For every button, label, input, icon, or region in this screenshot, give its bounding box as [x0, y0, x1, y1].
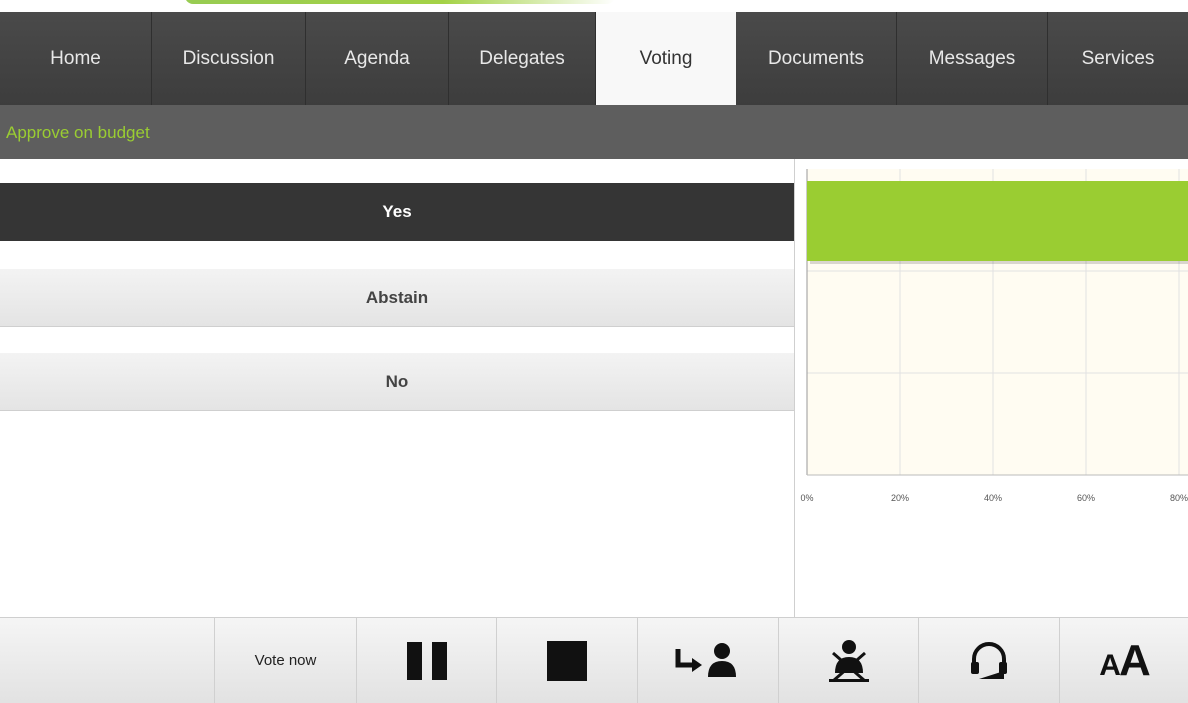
pause-button[interactable]	[356, 618, 496, 703]
top-cropped-banner	[0, 0, 1188, 12]
footer-toolbar: Vote now AA	[0, 617, 1188, 703]
x-tick-label: 20%	[891, 493, 909, 503]
stop-icon	[547, 640, 587, 681]
tab-services[interactable]: Services	[1048, 12, 1188, 105]
vote-results-chart: 0% 20% 40% 60% 80%	[794, 159, 1188, 617]
tab-home[interactable]: Home	[0, 12, 152, 105]
tab-voting[interactable]: Voting	[596, 12, 736, 105]
vote-option-yes[interactable]: Yes	[0, 183, 794, 241]
bar-yes	[807, 181, 1188, 261]
tab-agenda[interactable]: Agenda	[306, 12, 449, 105]
assign-delegate-button[interactable]	[637, 618, 778, 703]
vote-now-label: Vote now	[254, 652, 317, 669]
pause-icon	[406, 641, 447, 680]
tab-delegates[interactable]: Delegates	[449, 12, 596, 105]
x-tick-label: 0%	[800, 493, 813, 503]
tab-discussion[interactable]: Discussion	[152, 12, 306, 105]
motion-bar: Approve on budget	[0, 105, 1188, 159]
x-tick-label: 40%	[984, 493, 1002, 503]
vote-now-button[interactable]: Vote now	[214, 618, 356, 703]
vote-option-abstain[interactable]: Abstain	[0, 269, 794, 327]
text-size-icon: AA	[1099, 635, 1150, 685]
remove-delegate-button[interactable]	[778, 618, 918, 703]
main-nav: Home Discussion Agenda Delegates Voting …	[0, 12, 1188, 105]
x-tick-label: 60%	[1077, 493, 1095, 503]
tab-messages[interactable]: Messages	[897, 12, 1048, 105]
remove-delegate-icon	[828, 639, 869, 682]
footer-empty-slot	[0, 618, 214, 703]
headset-button[interactable]	[918, 618, 1059, 703]
text-size-button[interactable]: AA	[1059, 618, 1188, 703]
stop-button[interactable]	[496, 618, 637, 703]
headset-icon	[971, 641, 1007, 679]
motion-title: Approve on budget	[6, 123, 150, 142]
tab-documents[interactable]: Documents	[736, 12, 897, 105]
assign-delegate-icon	[675, 642, 736, 677]
vote-option-no[interactable]: No	[0, 353, 794, 411]
chart-svg: 0% 20% 40% 60% 80%	[800, 169, 1188, 503]
x-tick-label: 80%	[1170, 493, 1188, 503]
